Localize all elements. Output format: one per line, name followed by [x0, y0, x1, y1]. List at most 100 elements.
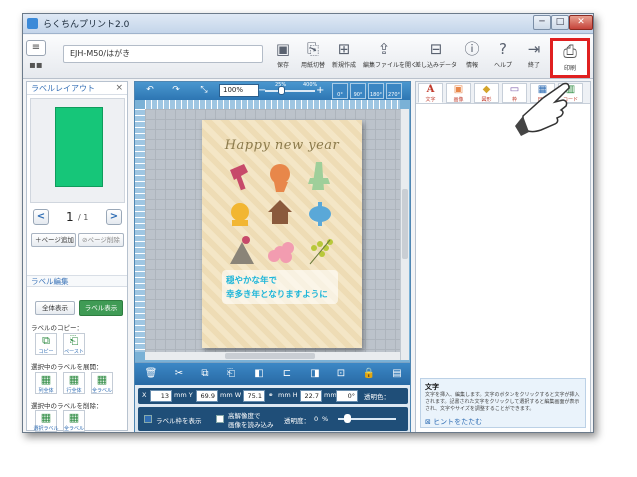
y-input[interactable]: 69.9 — [196, 390, 218, 402]
coordinate-row: X 13 mm Y 69.9 mm W 75.1 ⚭ mm H 22.7 mm … — [138, 388, 408, 404]
angle-input[interactable]: 0° — [336, 390, 358, 402]
expand-column-button[interactable]: ▦ 列全体 — [35, 372, 57, 394]
x-input[interactable]: 13 — [150, 390, 172, 402]
rotate-270-button[interactable]: 270° — [386, 83, 402, 99]
collapse-hint-link[interactable]: ⊠ ヒントをたたむ — [425, 417, 482, 427]
transparency-percent: % — [322, 415, 329, 423]
info-icon: ⓘ — [464, 40, 480, 58]
horizontal-scrollbar[interactable] — [145, 352, 400, 360]
pointing-hand-icon — [515, 82, 570, 136]
delete-selected-icon: ▦ — [40, 411, 52, 424]
shape-tab-icon: ◆ — [482, 84, 491, 95]
paste-object-icon[interactable]: ⎗ — [223, 366, 239, 382]
h-input[interactable]: 22.7 — [300, 390, 322, 402]
next-page-button[interactable]: > — [106, 209, 122, 225]
current-page-number: 1 — [66, 210, 74, 224]
print-button[interactable]: ⎙ 印刷 — [550, 38, 590, 78]
exit-icon: ⇥ — [527, 40, 541, 58]
delete-selected-button[interactable]: ▦ 選択ラベル — [33, 410, 59, 432]
hint-box: 文字 文字を挿入、編集します。文字のボタンをクリックすると文字が挿入されます。記… — [420, 378, 586, 428]
redo-icon[interactable]: ↷ — [169, 84, 183, 97]
zoom-select[interactable]: 100% — [219, 84, 259, 97]
view-label-button[interactable]: ラベル表示 — [79, 300, 123, 316]
rotate-180-button[interactable]: 180° — [368, 83, 384, 99]
grid-icon[interactable]: ▪▪ — [29, 60, 43, 71]
canvas-toolbar: ↶ ↷ ⤡ 100% − 25% 400% + 0° 90° 180° 270° — [135, 82, 410, 100]
document-name-field: EJH-M50/はがき — [63, 45, 263, 63]
fit-icon[interactable]: ⤡ — [197, 84, 211, 97]
hi-res-checkbox[interactable] — [216, 415, 224, 423]
info-button[interactable]: ⓘ 情報 — [457, 38, 487, 76]
zoom-in-icon[interactable]: + — [316, 84, 324, 97]
prev-page-button[interactable]: < — [33, 209, 49, 225]
label-edit-section: ラベル編集 — [27, 275, 127, 287]
card-message-box[interactable]: 穏やかな年で 幸多き年となりますように — [222, 270, 338, 304]
view-all-button[interactable]: 全体表示 — [35, 301, 75, 315]
properties-icon[interactable]: ▤ — [389, 366, 405, 382]
menu-button[interactable]: ≡ — [26, 40, 46, 56]
panel-title: ラベルレイアウト — [27, 82, 127, 95]
label-thumbnail[interactable] — [55, 107, 103, 187]
expand-row-button[interactable]: ▦ 行全体 — [63, 372, 85, 394]
bring-front-icon[interactable]: ◧ — [251, 366, 267, 382]
tab-text[interactable]: A 文字 — [418, 83, 443, 103]
delete-all-icon: ▦ — [68, 411, 80, 424]
maximize-button[interactable]: □ — [551, 15, 569, 30]
exit-button[interactable]: ⇥ 終了 — [519, 38, 549, 76]
fit-object-icon[interactable]: ⊡ — [333, 366, 349, 382]
rotate-90-button[interactable]: 90° — [350, 83, 366, 99]
app-window: らくちんプリント2.0 ─ □ ✕ ≡ ▪▪ EJH-M50/はがき ▣ 保存 … — [22, 13, 594, 433]
merge-data-button[interactable]: ⊟ 差し込みデータ — [415, 38, 457, 76]
horizontal-scroll-thumb[interactable] — [225, 353, 315, 359]
open-file-button[interactable]: ⇪ 編集ファイルを開く — [363, 38, 417, 76]
minimize-button[interactable]: ─ — [533, 15, 551, 30]
vertical-scroll-thumb[interactable] — [402, 189, 408, 259]
zoom-slider[interactable] — [265, 90, 315, 92]
design-workspace[interactable]: Happy new year 穏やかな年で 幸多き年となりますように — [145, 109, 400, 352]
cut-icon[interactable]: ✂ — [171, 366, 187, 382]
total-pages: / 1 — [78, 213, 89, 222]
zoom-slider-handle[interactable] — [278, 86, 285, 95]
hi-res-label-2: 画像を読み込み — [228, 421, 274, 429]
add-page-button[interactable]: ＋ページ追加 — [31, 233, 76, 247]
undo-icon[interactable]: ↶ — [143, 84, 157, 97]
paste-button[interactable]: ⎗ ペースト — [63, 333, 85, 355]
expand-all-button[interactable]: ▦ 全ラベル — [91, 372, 113, 394]
link-icon[interactable]: ⚭ — [268, 391, 273, 399]
paper-switch-button[interactable]: ⎘ 用紙切替 — [298, 38, 328, 76]
new-file-button[interactable]: ⊞ 新規作成 — [329, 38, 359, 76]
save-button[interactable]: ▣ 保存 — [268, 38, 298, 76]
send-back-icon[interactable]: ◨ — [307, 366, 323, 382]
rotate-0-button[interactable]: 0° — [332, 83, 348, 99]
vertical-scrollbar[interactable] — [400, 109, 409, 360]
card-message-line-2: 幸多き年となりますように — [226, 290, 328, 300]
help-button[interactable]: ? ヘルプ — [488, 38, 518, 76]
delete-icon[interactable]: 🗑 — [143, 366, 159, 382]
card-title-text[interactable]: Happy new year — [202, 138, 362, 153]
close-panel-icon[interactable]: × — [115, 83, 123, 93]
card-message-line-1: 穏やかな年で — [226, 276, 278, 286]
align-icon[interactable]: ⊏ — [279, 366, 295, 382]
show-frame-checkbox[interactable] — [144, 415, 152, 423]
tab-shape[interactable]: ◆ 図形 — [474, 83, 499, 103]
w-input[interactable]: 75.1 — [243, 390, 265, 402]
new-year-motifs[interactable] — [226, 160, 338, 268]
w-label: mm W — [220, 391, 242, 399]
tab-image[interactable]: ▣ 画像 — [446, 83, 471, 103]
postcard-design[interactable]: Happy new year 穏やかな年で 幸多き年となりますように — [202, 120, 362, 348]
copy-button[interactable]: ⧉ コピー — [35, 333, 57, 355]
page-navigator: < 1 / 1 > — [30, 209, 125, 227]
all-grid-icon: ▦ — [96, 373, 108, 386]
delete-page-button[interactable]: ⊘ページ削除 — [78, 233, 124, 247]
text-tab-icon: A — [426, 84, 435, 95]
label-layout-panel: ラベルレイアウト × < 1 / 1 > ＋ページ追加 ⊘ページ削除 ラベル編集… — [26, 81, 128, 432]
transparency-label: 透明度： — [284, 417, 310, 425]
copy-object-icon[interactable]: ⧉ — [197, 366, 213, 382]
save-icon: ▣ — [275, 40, 291, 58]
title-bar: らくちんプリント2.0 ─ □ ✕ — [23, 14, 593, 34]
paper-switch-icon: ⎘ — [306, 40, 319, 58]
delete-all-button[interactable]: ▦ 全ラベル — [63, 410, 85, 432]
close-window-button[interactable]: ✕ — [569, 15, 593, 30]
lock-icon[interactable]: 🔒 — [361, 366, 377, 382]
transparency-slider-handle[interactable] — [344, 414, 351, 423]
